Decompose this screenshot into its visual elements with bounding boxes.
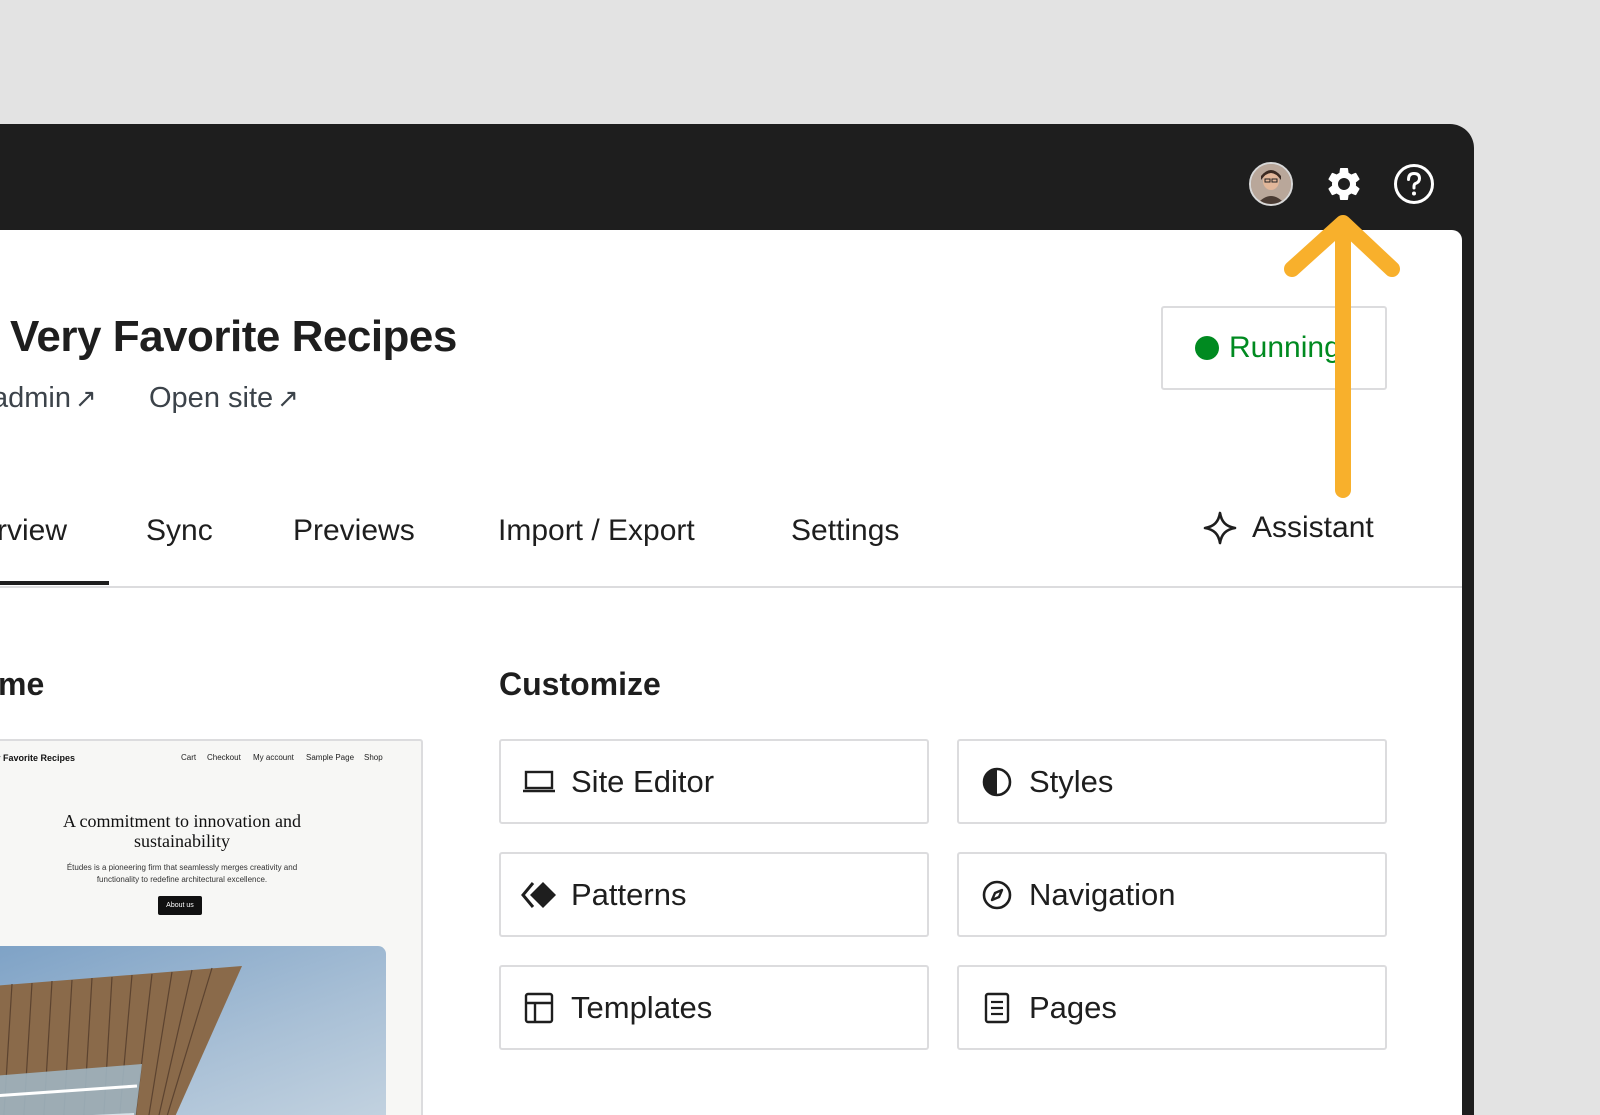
theme-heading: me <box>0 666 45 702</box>
status-label: Running <box>1229 331 1341 364</box>
preview-nav-item: Shop <box>364 753 383 762</box>
patterns-button[interactable]: Patterns <box>499 852 929 937</box>
pages-label: Pages <box>1029 989 1117 1025</box>
active-tab-indicator <box>0 581 109 585</box>
preview-description: Études is a pioneering firm that seamles… <box>66 863 298 884</box>
wp-admin-link[interactable]: admin ↗ <box>0 382 97 415</box>
preview-button: About us <box>158 896 202 915</box>
preview-nav-item: My account <box>253 753 294 762</box>
site-editor-button[interactable]: Site Editor <box>499 739 929 824</box>
patterns-icon <box>521 877 557 913</box>
templates-button[interactable]: Templates <box>499 965 929 1050</box>
navigation-button[interactable]: Navigation <box>957 852 1387 937</box>
preview-site-name: ry Favorite Recipes <box>0 753 76 763</box>
layout-icon <box>521 990 557 1026</box>
tab-settings[interactable]: Settings <box>791 514 899 548</box>
patterns-label: Patterns <box>571 876 687 912</box>
site-status-button[interactable]: Running <box>1161 306 1387 390</box>
theme-preview[interactable]: ry Favorite Recipes Cart Checkout My acc… <box>0 739 423 1115</box>
help-icon[interactable] <box>1392 162 1436 206</box>
external-link-icon: ↗ <box>277 383 299 413</box>
site-editor-label: Site Editor <box>571 763 715 799</box>
laptop-icon <box>521 764 557 800</box>
sparkle-icon <box>1203 511 1237 545</box>
avatar[interactable] <box>1249 162 1293 206</box>
preview-nav-item: Checkout <box>207 753 241 762</box>
status-dot-icon <box>1195 336 1219 360</box>
preview-building-image <box>0 946 386 1115</box>
pages-button[interactable]: Pages <box>957 965 1387 1050</box>
navigation-label: Navigation <box>1029 876 1176 912</box>
templates-label: Templates <box>571 989 713 1025</box>
site-title: Very Favorite Recipes <box>10 312 457 361</box>
tab-import-export[interactable]: Import / Export <box>498 514 695 548</box>
page-icon <box>979 990 1015 1026</box>
assistant-label: Assistant <box>1252 511 1374 544</box>
customize-heading: Customize <box>499 666 661 702</box>
open-site-link[interactable]: Open site ↗ <box>149 382 299 415</box>
tab-overview[interactable]: rview <box>0 514 67 548</box>
wp-admin-label: admin <box>0 382 71 414</box>
preview-nav-item: Sample Page <box>306 753 355 762</box>
assistant-button[interactable]: Assistant <box>1202 510 1374 546</box>
tab-sync[interactable]: Sync <box>146 514 213 548</box>
contrast-icon <box>979 764 1015 800</box>
preview-nav-item: Cart <box>181 753 197 762</box>
open-site-label: Open site <box>149 382 274 414</box>
gear-icon[interactable] <box>1322 162 1366 206</box>
preview-headline: A commitment to innovation and sustainab… <box>63 811 301 851</box>
compass-icon <box>979 877 1015 913</box>
external-link-icon: ↗ <box>75 383 97 413</box>
tab-previews[interactable]: Previews <box>293 514 415 548</box>
styles-button[interactable]: Styles <box>957 739 1387 824</box>
styles-label: Styles <box>1029 763 1114 799</box>
